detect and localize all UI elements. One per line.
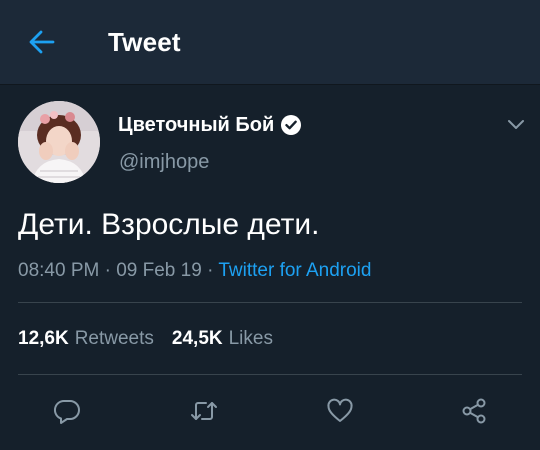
avatar-image — [18, 101, 100, 183]
arrow-left-icon — [29, 30, 55, 54]
share-icon — [462, 398, 486, 424]
share-button[interactable] — [459, 396, 489, 426]
tweet-meta: 08:40 PM · 09 Feb 19 · Twitter for Andro… — [18, 258, 371, 284]
reply-icon — [53, 399, 80, 424]
author-name-row[interactable]: Цветочный Бой — [118, 112, 302, 138]
verified-badge-icon — [281, 115, 302, 135]
chevron-down-icon — [508, 120, 524, 129]
tweet-actions — [0, 388, 540, 432]
likes-count: 24,5K — [171, 328, 223, 349]
tweet-menu-button[interactable] — [502, 110, 530, 138]
tweet-date: 09 Feb 19 — [116, 260, 202, 281]
tweet-source-link[interactable]: Twitter for Android — [218, 260, 371, 281]
heart-icon — [327, 398, 353, 422]
meta-separator: · — [201, 260, 219, 281]
likes-label: Likes — [228, 328, 273, 349]
author-display-name: Цветочный Бой — [118, 114, 275, 136]
back-button[interactable] — [26, 26, 58, 58]
retweets-label: Retweets — [74, 328, 154, 349]
author-handle[interactable]: @imjhope — [119, 149, 209, 175]
tweet-text: Дети. Взрослые дети. — [18, 208, 320, 241]
retweet-icon — [191, 402, 217, 420]
like-button[interactable] — [325, 396, 355, 426]
app-bar: Tweet — [0, 0, 540, 85]
divider — [18, 374, 522, 375]
avatar[interactable] — [18, 101, 100, 183]
tweet-time: 08:40 PM — [18, 260, 100, 281]
retweet-button[interactable] — [189, 396, 219, 426]
likes-stat[interactable]: 24,5K Likes — [172, 326, 273, 352]
retweets-stat[interactable]: 12,6K Retweets — [18, 326, 154, 352]
meta-separator: · — [99, 260, 117, 281]
retweets-count: 12,6K — [18, 328, 69, 349]
divider — [18, 302, 522, 303]
page-title: Tweet — [108, 27, 181, 57]
reply-button[interactable] — [52, 396, 82, 426]
tweet-stats: 12,6K Retweets 24,5K Likes — [18, 326, 273, 352]
